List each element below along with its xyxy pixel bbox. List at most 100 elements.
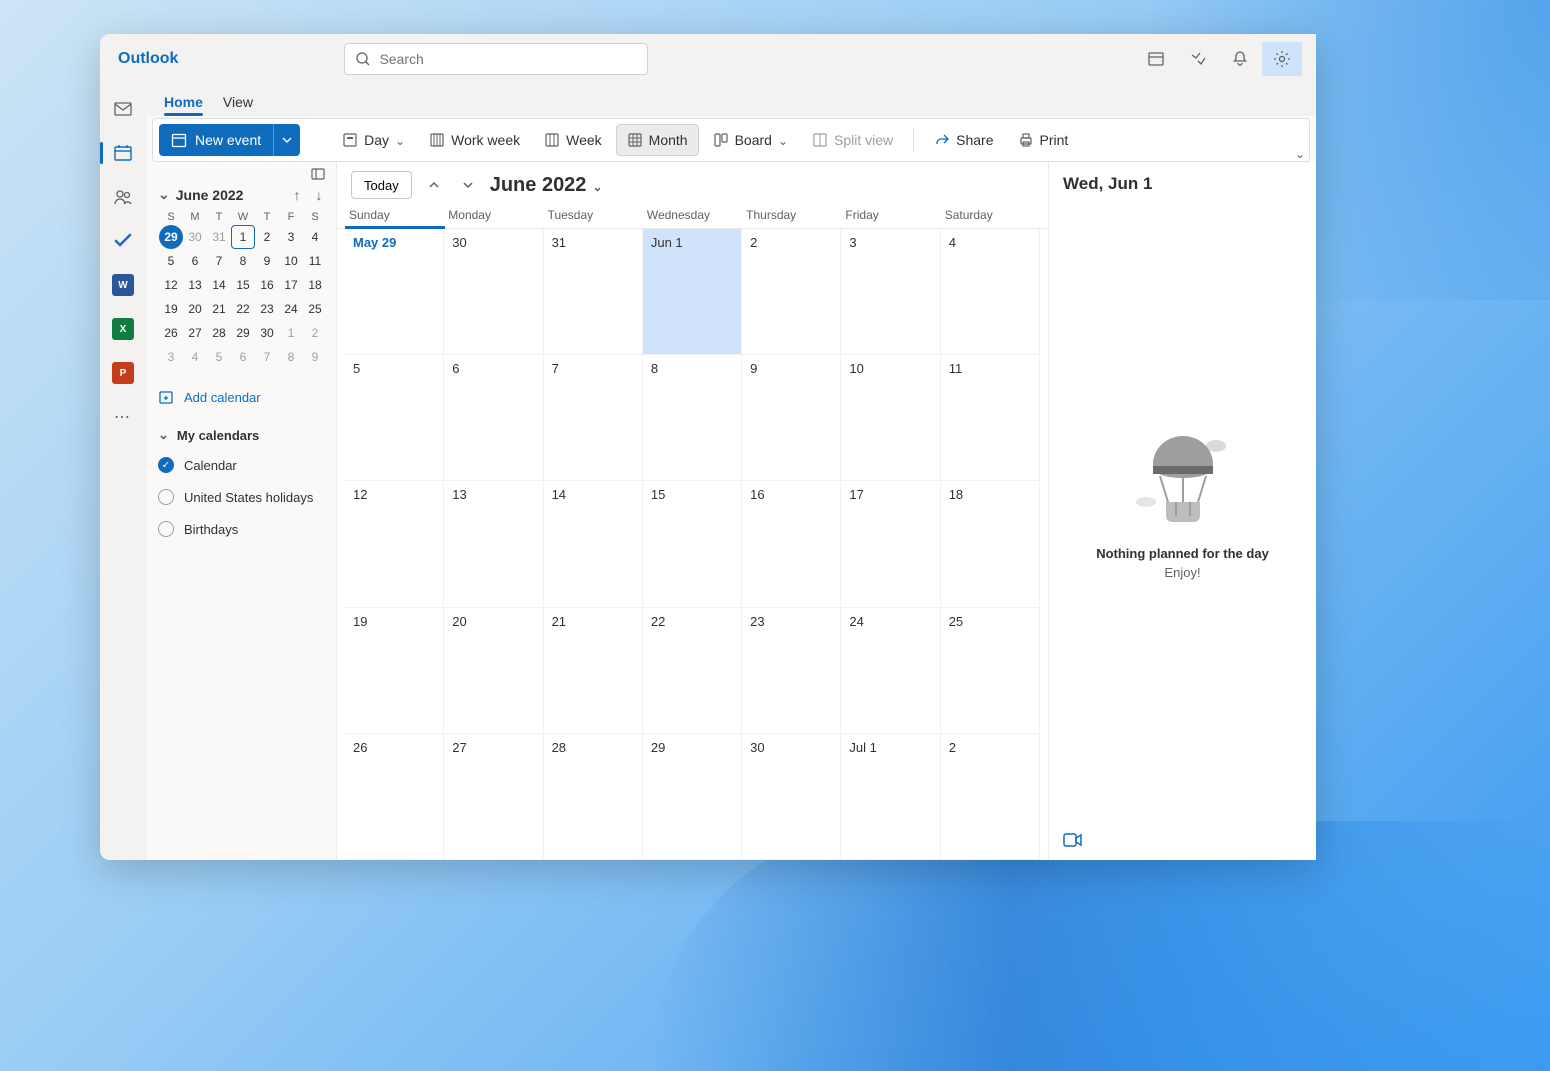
day-cell[interactable]: May 29 (345, 229, 444, 355)
day-cell[interactable]: 11 (941, 355, 1040, 481)
calendar-checkbox[interactable] (158, 489, 174, 505)
mini-cal-day[interactable]: 14 (207, 273, 231, 297)
day-cell[interactable]: 21 (544, 608, 643, 734)
day-cell[interactable]: 25 (941, 608, 1040, 734)
day-cell[interactable]: Jul 1 (841, 734, 940, 860)
collapse-sidebar-icon[interactable] (310, 166, 326, 182)
day-cell[interactable]: 18 (941, 481, 1040, 607)
day-cell[interactable]: 20 (444, 608, 543, 734)
rail-todo-icon[interactable] (108, 226, 138, 256)
mini-cal-day[interactable]: 11 (303, 249, 327, 273)
day-cell[interactable]: 30 (742, 734, 841, 860)
mini-cal-day[interactable]: 5 (207, 345, 231, 369)
day-cell[interactable]: 7 (544, 355, 643, 481)
rail-calendar-icon[interactable] (108, 138, 138, 168)
calendar-item[interactable]: Birthdays (154, 513, 332, 545)
tab-view[interactable]: View (213, 88, 263, 116)
calendar-checkbox[interactable] (158, 521, 174, 537)
mini-cal-day[interactable]: 27 (183, 321, 207, 345)
mini-cal-day[interactable]: 29 (231, 321, 255, 345)
coming-soon-icon[interactable] (1178, 42, 1218, 76)
mini-cal-day[interactable]: 1 (279, 321, 303, 345)
mini-cal-prev[interactable]: ↑ (288, 187, 306, 203)
mini-cal-day[interactable]: 29 (159, 225, 183, 249)
mini-cal-day[interactable]: 7 (207, 249, 231, 273)
day-cell[interactable]: 2 (742, 229, 841, 355)
mini-cal-day[interactable]: 3 (159, 345, 183, 369)
day-cell[interactable]: 28 (544, 734, 643, 860)
new-event-dropdown[interactable] (273, 124, 300, 156)
mini-cal-next[interactable]: ↓ (310, 187, 328, 203)
settings-icon[interactable] (1262, 42, 1302, 76)
day-cell[interactable]: 5 (345, 355, 444, 481)
mini-cal-day[interactable]: 23 (255, 297, 279, 321)
rail-mail-icon[interactable] (108, 94, 138, 124)
calendar-item[interactable]: Calendar (154, 449, 332, 481)
rail-people-icon[interactable] (108, 182, 138, 212)
day-cell[interactable]: 10 (841, 355, 940, 481)
day-cell[interactable]: 17 (841, 481, 940, 607)
day-cell[interactable]: 29 (643, 734, 742, 860)
meet-now-icon[interactable] (1063, 832, 1083, 848)
mini-cal-day[interactable]: 2 (255, 225, 279, 249)
day-cell[interactable]: 14 (544, 481, 643, 607)
mini-cal-day[interactable]: 21 (207, 297, 231, 321)
view-week-button[interactable]: Week (534, 124, 612, 156)
mini-cal-day[interactable]: 9 (255, 249, 279, 273)
mini-cal-day[interactable]: 2 (303, 321, 327, 345)
mini-cal-day[interactable]: 6 (231, 345, 255, 369)
prev-month-button[interactable] (422, 173, 446, 197)
mini-cal-day[interactable]: 26 (159, 321, 183, 345)
mini-cal-day[interactable]: 5 (159, 249, 183, 273)
mini-cal-day[interactable]: 6 (183, 249, 207, 273)
mini-cal-day[interactable]: 30 (183, 225, 207, 249)
ribbon-display-icon[interactable] (1136, 42, 1176, 76)
ribbon-chevron-icon[interactable] (1295, 145, 1305, 161)
calendar-checkbox[interactable] (158, 457, 174, 473)
view-day-button[interactable]: Day (332, 124, 415, 156)
mini-cal-day[interactable]: 8 (279, 345, 303, 369)
search-input[interactable] (379, 51, 637, 67)
day-cell[interactable]: 22 (643, 608, 742, 734)
day-cell[interactable]: 26 (345, 734, 444, 860)
mini-cal-day[interactable]: 9 (303, 345, 327, 369)
mini-cal-day[interactable]: 18 (303, 273, 327, 297)
day-cell[interactable]: 4 (941, 229, 1040, 355)
calendar-item[interactable]: United States holidays (154, 481, 332, 513)
mini-cal-day[interactable]: 4 (303, 225, 327, 249)
view-work-week-button[interactable]: Work week (419, 124, 530, 156)
day-cell[interactable]: 13 (444, 481, 543, 607)
print-button[interactable]: Print (1008, 124, 1079, 156)
tab-home[interactable]: Home (154, 88, 213, 116)
mini-cal-day[interactable]: 30 (255, 321, 279, 345)
day-cell[interactable]: 12 (345, 481, 444, 607)
mini-cal-day[interactable]: 13 (183, 273, 207, 297)
next-month-button[interactable] (456, 173, 480, 197)
day-cell[interactable]: 2 (941, 734, 1040, 860)
rail-powerpoint-icon[interactable]: P (108, 358, 138, 388)
mini-cal-day[interactable]: 31 (207, 225, 231, 249)
my-calendars-header[interactable]: ⌄ My calendars (154, 417, 332, 449)
day-cell[interactable]: 19 (345, 608, 444, 734)
day-cell[interactable]: 27 (444, 734, 543, 860)
chevron-down-icon[interactable]: ⌄ (158, 186, 170, 203)
rail-excel-icon[interactable]: X (108, 314, 138, 344)
mini-cal-day[interactable]: 8 (231, 249, 255, 273)
mini-cal-day[interactable]: 1 (231, 225, 255, 249)
day-cell[interactable]: 31 (544, 229, 643, 355)
view-month-button[interactable]: Month (616, 124, 699, 156)
day-cell[interactable]: Jun 1 (643, 229, 742, 355)
day-cell[interactable]: 24 (841, 608, 940, 734)
day-cell[interactable]: 8 (643, 355, 742, 481)
mini-cal-day[interactable]: 22 (231, 297, 255, 321)
rail-more-icon[interactable]: ⋯ (108, 402, 138, 432)
day-cell[interactable]: 6 (444, 355, 543, 481)
search-box[interactable] (344, 43, 648, 75)
mini-cal-day[interactable]: 28 (207, 321, 231, 345)
month-label[interactable]: June 2022 (490, 174, 603, 197)
mini-cal-day[interactable]: 15 (231, 273, 255, 297)
mini-cal-day[interactable]: 25 (303, 297, 327, 321)
mini-cal-day[interactable]: 7 (255, 345, 279, 369)
day-cell[interactable]: 15 (643, 481, 742, 607)
day-cell[interactable]: 16 (742, 481, 841, 607)
